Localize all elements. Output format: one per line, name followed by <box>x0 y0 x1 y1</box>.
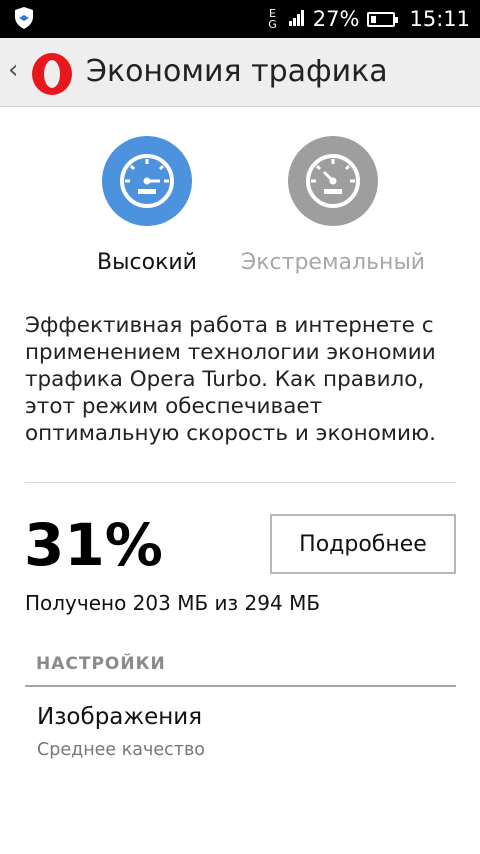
opera-logo-icon[interactable] <box>30 52 74 96</box>
setting-title[interactable]: Изображения <box>37 704 202 730</box>
mode-high-circle[interactable] <box>102 136 192 226</box>
savings-percent: 31% <box>24 511 163 579</box>
clock: 15:11 <box>409 7 470 31</box>
mode-high-label[interactable]: Высокий <box>47 250 247 275</box>
received-data-text: Получено 203 МБ из 294 МБ <box>25 591 321 615</box>
app-bar: ‹ Экономия трафика <box>0 38 480 107</box>
battery-icon <box>367 11 399 27</box>
signal-icon <box>288 7 305 31</box>
battery-percent: 27% <box>312 7 360 31</box>
page-title: Экономия трафика <box>86 54 388 89</box>
mode-extreme-label[interactable]: Экстремальный <box>233 250 433 275</box>
divider <box>25 482 456 483</box>
setting-subtitle: Среднее качество <box>37 740 205 760</box>
mode-description: Эффективная работа в интернете с примене… <box>25 313 436 446</box>
battery-fill <box>371 15 377 23</box>
mode-extreme-circle[interactable] <box>288 136 378 226</box>
section-divider <box>25 685 456 687</box>
speedometer-icon <box>306 154 360 208</box>
network-g-label: G <box>268 18 277 31</box>
back-chevron-icon[interactable]: ‹ <box>8 55 18 85</box>
notification-shield-icon <box>14 6 34 34</box>
details-button[interactable]: Подробнее <box>270 514 456 574</box>
mode-extreme-option[interactable]: Экстремальный <box>233 136 433 275</box>
speedometer-icon <box>120 154 174 208</box>
network-indicator: E G <box>268 8 277 30</box>
settings-section-header: НАСТРОЙКИ <box>36 654 166 674</box>
mode-high-option[interactable]: Высокий <box>47 136 247 275</box>
status-bar: E G 27% 15:11 <box>0 0 480 38</box>
